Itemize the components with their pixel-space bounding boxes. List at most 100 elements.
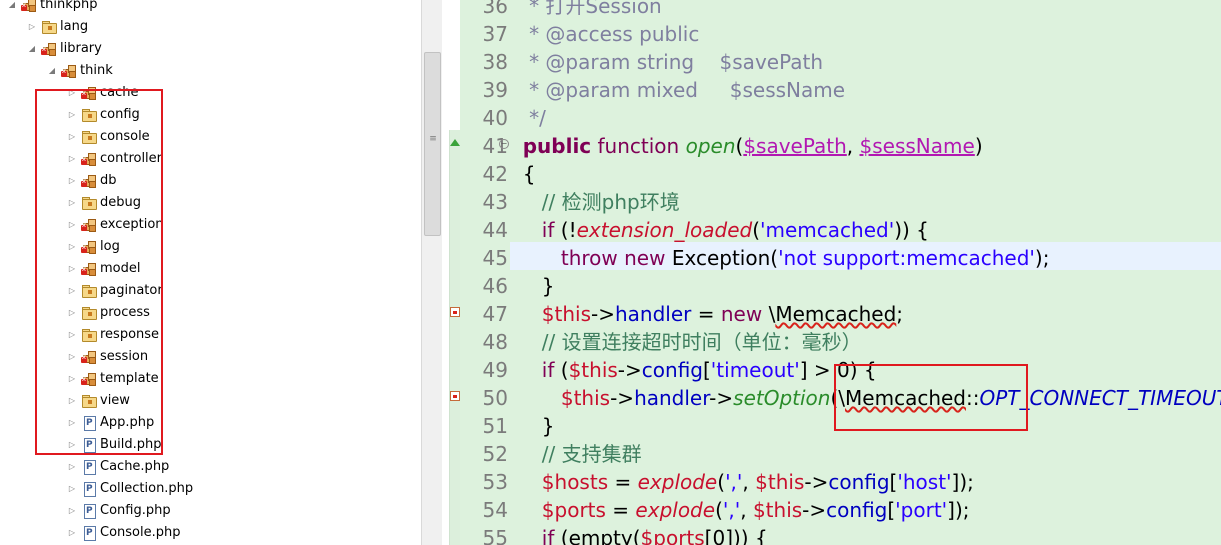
code-line[interactable]: public function open($savePath, $sessNam… (510, 132, 983, 160)
line-number: 44 (482, 218, 508, 242)
collapsed-arrow-icon[interactable]: ▷ (66, 456, 78, 478)
line-number: 42 (482, 162, 508, 186)
code-line[interactable]: if (empty($ports[0])) { (510, 524, 768, 545)
code-token: new (624, 246, 666, 270)
collapsed-arrow-icon[interactable]: ▷ (66, 478, 78, 500)
code-line[interactable]: if (!extension_loaded('memcached')) { (510, 216, 929, 244)
expanded-arrow-icon[interactable]: ◢ (26, 38, 38, 60)
code-token: , (846, 134, 860, 158)
tree-item-label: Config.php (100, 503, 171, 518)
tree-item[interactable]: ◢ thinkphp (0, 0, 420, 16)
expanded-arrow-icon[interactable]: ◢ (46, 60, 58, 82)
code-line[interactable]: * @param mixed $sessName (510, 76, 845, 104)
code-token: * @access public (510, 22, 700, 46)
code-token: $ports (541, 498, 606, 522)
code-token: = (605, 498, 636, 522)
line-number: 36 (482, 0, 508, 18)
annotation-box-code (834, 364, 1028, 431)
line-number: 53 (482, 470, 508, 494)
code-token: Memcached (775, 302, 897, 326)
code-line[interactable]: // 设置连接超时时间（单位：毫秒） (510, 328, 862, 356)
error-marker-icon[interactable] (450, 391, 460, 401)
line-number: 51 (482, 414, 508, 438)
code-token: if (541, 358, 555, 382)
tree-item[interactable]: ▷ Cache.php (0, 456, 420, 478)
code-token: $savePath (743, 134, 847, 158)
code-token: = (608, 470, 638, 494)
tree-scrollbar-thumb[interactable]: ≡ (424, 52, 441, 236)
code-line[interactable]: // 支持集群 (510, 440, 642, 468)
package-folder-icon (41, 20, 57, 34)
code-token: 'host' (897, 470, 952, 494)
override-marker-icon[interactable] (450, 139, 460, 146)
code-text[interactable]: * 打开Session * @access public * @param st… (510, 0, 1221, 545)
package-error-icon (21, 0, 37, 12)
code-token: // 设置连接超时时间（单位：毫秒） (541, 330, 862, 354)
code-token: (empty( (554, 526, 641, 545)
php-file-icon (81, 482, 97, 497)
code-token: } (510, 414, 555, 438)
code-token: )) { (894, 218, 929, 242)
tree-item-label: Cache.php (100, 459, 170, 474)
code-line[interactable]: */ (510, 104, 546, 132)
code-token: $ports (640, 526, 705, 545)
code-token: $this (560, 386, 611, 410)
line-numbers: 36 37 38 39 40 41 42 43 44 45 46 47 48 49 50 51 52 53 54 55 (460, 0, 508, 545)
tree-scrollbar[interactable]: ≡ (421, 0, 442, 545)
code-token: ',' (722, 498, 741, 522)
fold-collapse-icon[interactable]: − (499, 139, 509, 149)
code-token: -> (709, 386, 734, 410)
tree-item[interactable]: ◢ library (0, 38, 420, 60)
code-line[interactable]: if ($this->config['timeout'] > 0) { (510, 356, 877, 384)
tree-item[interactable]: ▷ lang (0, 16, 420, 38)
code-line[interactable]: * @param string $savePath (510, 48, 823, 76)
code-token: 'port' (895, 498, 948, 522)
code-line[interactable]: $this->handler = new \Memcached; (510, 300, 903, 328)
line-number: 37 (482, 22, 508, 46)
code-editor[interactable]: 36 37 38 39 40 41 42 43 44 45 46 47 48 49 50 51 52 53 54 55… (442, 0, 1221, 545)
collapsed-arrow-icon[interactable]: ▷ (66, 522, 78, 544)
line-number: 39 (482, 78, 508, 102)
code-token: , (742, 470, 756, 494)
code-line[interactable]: // 检测php环境 (510, 188, 680, 216)
line-number: 52 (482, 442, 508, 466)
tree-item-label: thinkphp (40, 0, 98, 12)
code-line[interactable]: $hosts = explode(',', $this->config['hos… (510, 468, 974, 496)
code-line[interactable]: throw new Exception('not support:memcach… (510, 244, 1050, 272)
ruler-strip (449, 130, 460, 545)
code-token: ) (974, 134, 983, 158)
tree-item[interactable]: ◢ think (0, 60, 420, 82)
line-number: 45 (482, 246, 508, 270)
code-token: } (510, 274, 555, 298)
code-line[interactable]: } (510, 412, 555, 440)
code-token: , (740, 498, 753, 522)
code-line[interactable]: } (510, 272, 555, 300)
code-line[interactable]: $ports = explode(',', $this->config['por… (510, 496, 970, 524)
collapsed-arrow-icon[interactable]: ▷ (66, 500, 78, 522)
code-line[interactable]: { (510, 160, 536, 188)
line-number: 43 (482, 190, 508, 214)
scroll-grip-icon: ≡ (429, 134, 437, 144)
tree-item[interactable]: ▷ Console.php (0, 522, 420, 544)
code-token: ( (717, 470, 726, 494)
code-line[interactable]: * 打开Session (510, 0, 662, 20)
code-token: if (541, 218, 555, 242)
tree-item[interactable]: ▷ Config.php (0, 500, 420, 522)
expanded-arrow-icon[interactable]: ◢ (6, 0, 18, 16)
tree-item[interactable]: ▷ Collection.php (0, 478, 420, 500)
code-token: explode (635, 498, 716, 522)
collapsed-arrow-icon[interactable]: ▷ (26, 16, 38, 38)
code-token: extension_loaded (576, 218, 753, 242)
error-marker-icon[interactable] (450, 307, 460, 317)
line-number: 40 (482, 106, 508, 130)
code-token: open (685, 134, 736, 158)
code-line[interactable]: * @access public (510, 20, 699, 48)
code-token: = (691, 302, 721, 326)
